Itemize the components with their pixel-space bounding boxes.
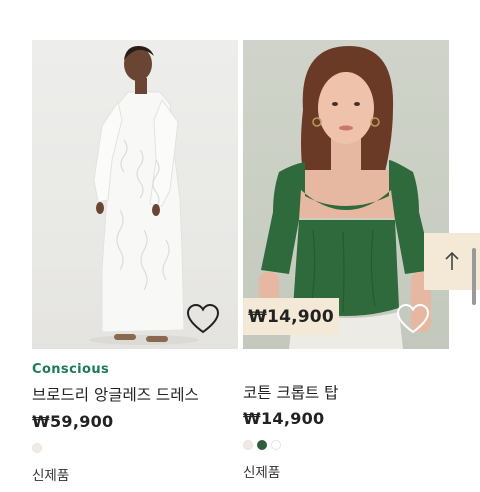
color-swatches-1 <box>32 443 42 453</box>
product-title-2[interactable]: 코튼 크롭트 탑 <box>243 381 338 403</box>
color-swatch-green[interactable] <box>257 440 267 450</box>
conscious-label: Conscious <box>32 362 110 377</box>
price-tag: ₩14,900 <box>243 298 339 335</box>
product-card-1 <box>32 0 238 349</box>
product-title-1[interactable]: 브로드리 앙글레즈 드레스 <box>32 383 199 405</box>
color-swatch-white[interactable] <box>271 440 281 450</box>
favorite-button-2[interactable] <box>396 303 430 337</box>
heart-outline-icon <box>396 303 430 334</box>
new-arrival-badge-1: 신제품 <box>32 468 70 484</box>
arrow-up-icon <box>445 251 459 270</box>
new-arrival-badge-2: 신제품 <box>243 465 281 481</box>
scrollbar-thumb[interactable] <box>472 248 476 305</box>
heart-outline-icon <box>186 303 220 334</box>
product-price-2: ₩14,900 <box>243 409 325 428</box>
favorite-button-1[interactable] <box>186 303 220 337</box>
color-swatch-cream[interactable] <box>32 443 42 453</box>
product-price-1: ₩59,900 <box>32 412 114 431</box>
color-swatches-2 <box>243 440 281 450</box>
color-swatch-beige[interactable] <box>243 440 253 450</box>
product-image-1[interactable] <box>32 40 238 349</box>
product-card-2: ₩14,900 <box>243 0 449 349</box>
product-image-2[interactable]: ₩14,900 <box>243 40 449 349</box>
